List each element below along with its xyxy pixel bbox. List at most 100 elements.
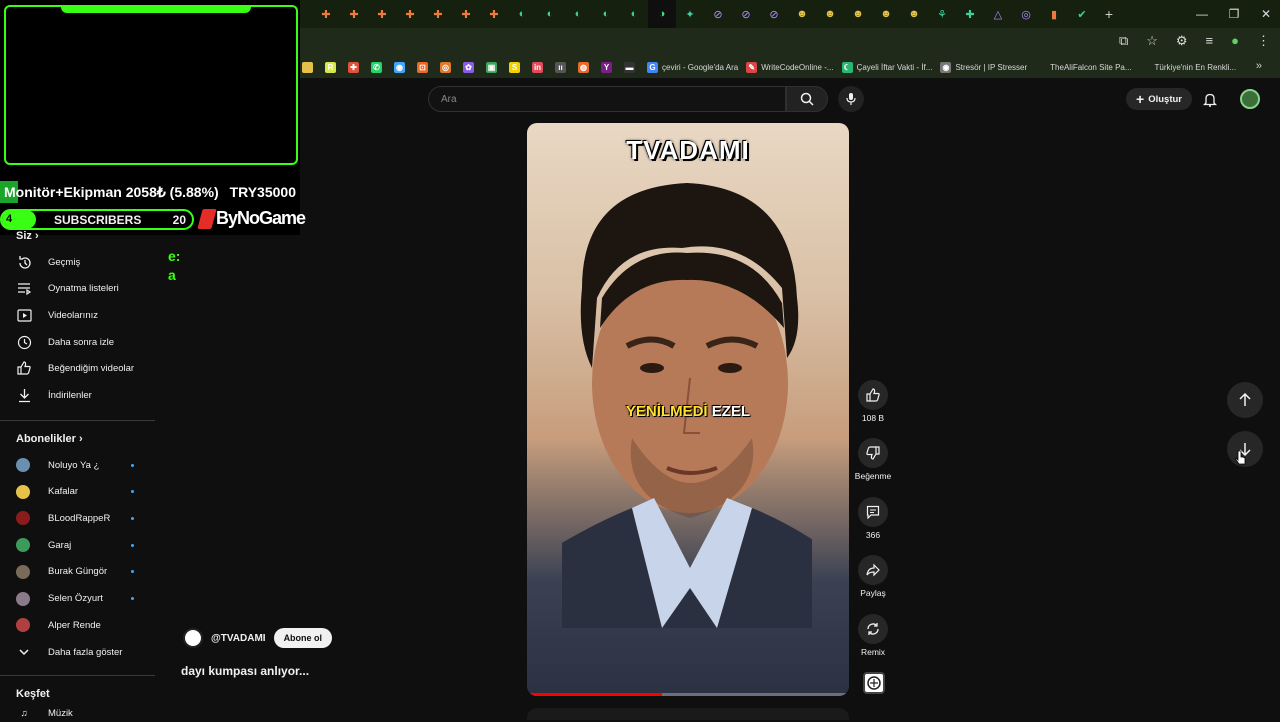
like-button[interactable]: 108 B [851, 380, 895, 423]
create-button[interactable]: + Oluştur [1126, 88, 1192, 110]
bookmark-item[interactable]: S [509, 61, 524, 73]
browser-tab[interactable]: ⊘ [732, 0, 760, 28]
bookmark-item[interactable]: ◍ [578, 61, 593, 73]
browser-tab[interactable]: ◐ [620, 0, 648, 28]
channel-thumbnail[interactable] [863, 672, 885, 694]
browser-tab[interactable]: ✔ [1068, 0, 1096, 28]
voice-search-button[interactable] [838, 86, 864, 112]
bookmark-star-icon[interactable]: ☆ [1146, 33, 1158, 49]
bookmark-item[interactable]: ✎ WriteCodeOnline -... [746, 61, 834, 73]
bookmark-item[interactable]: ▣ [486, 61, 501, 73]
browser-tab[interactable]: ☻ [900, 0, 928, 28]
bookmark-item[interactable]: ▬ [624, 61, 639, 73]
sidebar-item-downloads[interactable]: İndirilenler [16, 383, 156, 409]
browser-tab[interactable]: ✚ [340, 0, 368, 28]
previous-short-button[interactable] [1227, 382, 1263, 418]
more-bookmarks-button[interactable]: » [1256, 60, 1262, 72]
browser-tab[interactable]: ☻ [872, 0, 900, 28]
close-window-button[interactable]: ✕ [1250, 0, 1280, 28]
browser-tab[interactable]: ☻ [788, 0, 816, 28]
remix-button[interactable]: Remix [851, 614, 895, 657]
show-more-button[interactable]: Daha fazla göster [16, 639, 156, 665]
bookmark-item[interactable]: ✆ [371, 61, 386, 73]
video-progress-bar[interactable] [527, 693, 849, 696]
search-button[interactable] [786, 86, 828, 112]
subscription-item[interactable]: Burak Güngör [16, 559, 156, 585]
bookmark-item[interactable]: Türkiye'nin En Renkli... [1139, 61, 1236, 73]
browser-tab[interactable]: ⊘ [760, 0, 788, 28]
sidebar-item-history[interactable]: Geçmiş [16, 249, 156, 275]
browser-tab[interactable]: ✚ [424, 0, 452, 28]
subscription-item[interactable]: BLoodRappeR [16, 505, 156, 531]
subscription-item[interactable]: Kafalar [16, 479, 156, 505]
bookmark-item[interactable]: ⊡ [417, 61, 432, 73]
bookmark-item[interactable]: TheAliFalcon Site Pa... [1035, 61, 1132, 73]
channel-avatar[interactable] [183, 628, 203, 648]
browser-tab[interactable]: ✚ [312, 0, 340, 28]
subscribe-button[interactable]: Abone ol [273, 628, 333, 648]
subscription-item[interactable]: Alper Rende [16, 612, 156, 638]
sidebar-item-playlists[interactable]: Oynatma listeleri [16, 276, 156, 302]
browser-tab[interactable]: ✚ [368, 0, 396, 28]
browser-tab[interactable]: ◎ [1012, 0, 1040, 28]
sidebar-subscriptions-heading[interactable]: Abonelikler › [16, 433, 83, 445]
browser-tab[interactable]: ✚ [956, 0, 984, 28]
sidebar-item-liked-videos[interactable]: Beğendiğim videolar [16, 356, 156, 382]
subscription-item[interactable]: Selen Özyurt [16, 586, 156, 612]
bookmark-item[interactable] [302, 61, 317, 73]
browser-tab[interactable]: ☻ [844, 0, 872, 28]
browser-tab[interactable]: △ [984, 0, 1012, 28]
browser-tab[interactable]: ◑ [648, 0, 676, 28]
bookmark-item[interactable]: in [532, 61, 547, 73]
browser-tab[interactable]: ☻ [816, 0, 844, 28]
minimize-button[interactable]: — [1186, 0, 1218, 28]
bookmark-item[interactable]: ◉ [394, 61, 409, 73]
extensions-icon[interactable]: ⚙ [1176, 33, 1188, 49]
channel-handle[interactable]: @TVADAMI [211, 633, 266, 644]
profile-icon[interactable]: ● [1231, 33, 1239, 49]
bookmark-item[interactable]: R [325, 61, 340, 73]
bookmark-item[interactable]: ◎ [440, 61, 455, 73]
browser-tab[interactable]: ◐ [564, 0, 592, 28]
webcam-frame [4, 5, 298, 165]
sidebar-item-your-videos[interactable]: Videolarınız [16, 302, 156, 328]
comments-button[interactable]: 366 [851, 497, 895, 540]
shorts-video-player[interactable]: TVADAMI YENİLMEDİ EZEL [527, 123, 849, 696]
browser-menu-icon[interactable]: ⋮ [1257, 33, 1270, 49]
browser-tab[interactable]: ⊘ [704, 0, 732, 28]
browser-tab[interactable]: ✚ [396, 0, 424, 28]
browser-tab[interactable]: ◐ [592, 0, 620, 28]
browser-tab[interactable]: ✚ [480, 0, 508, 28]
search-input[interactable]: Ara [428, 86, 786, 112]
user-avatar[interactable] [1240, 89, 1260, 109]
browser-tab[interactable]: ⚘ [928, 0, 956, 28]
browser-tab[interactable]: ◐ [536, 0, 564, 28]
bookmark-item[interactable]: Gçeviri - Google'da Ara [647, 61, 738, 73]
sidebar-item-music[interactable]: ♫ Müzik [16, 704, 156, 722]
browser-tab[interactable]: ▮ [1040, 0, 1068, 28]
browser-tab[interactable]: ✚ [452, 0, 480, 28]
bookmark-item[interactable]: ☾ Çayeli İftar Vakti - İf... [841, 61, 932, 73]
subscription-item[interactable]: Garaj [16, 532, 156, 558]
subscription-item[interactable]: Noluyo Ya ¿ [16, 452, 156, 478]
browser-tab[interactable]: ◐ [508, 0, 536, 28]
sidebar-you-heading[interactable]: Siz › [16, 230, 39, 242]
media-controls-icon[interactable]: ≡ [1206, 33, 1214, 49]
bookmark-item[interactable]: ✚ [348, 61, 363, 73]
address-bar[interactable]: ⧉ ☆ ⚙ ≡ ● ⋮ [300, 28, 1280, 56]
bookmark-item[interactable]: Y [601, 61, 616, 73]
maximize-button[interactable]: ❐ [1218, 0, 1250, 28]
browser-tab[interactable]: ✦ [676, 0, 704, 28]
bookmark-item[interactable]: ıı [555, 61, 570, 73]
bookmark-item[interactable]: ◉ Stresör | IP Stresser [940, 61, 1027, 73]
notifications-button[interactable] [1200, 89, 1220, 109]
bookmark-item[interactable]: ✿ [463, 61, 478, 73]
install-app-icon[interactable]: ⧉ [1119, 33, 1128, 49]
new-tab-button[interactable]: + [1096, 6, 1122, 22]
share-button[interactable]: Paylaş [851, 555, 895, 598]
dislike-button[interactable]: Beğenme [851, 438, 895, 481]
video-progress-fill [527, 693, 663, 696]
sidebar-item-watch-later[interactable]: Daha sonra izle [16, 329, 156, 355]
video-description[interactable]: dayı kumpası anlıyor... [181, 664, 309, 678]
next-short-preview[interactable] [527, 708, 849, 720]
